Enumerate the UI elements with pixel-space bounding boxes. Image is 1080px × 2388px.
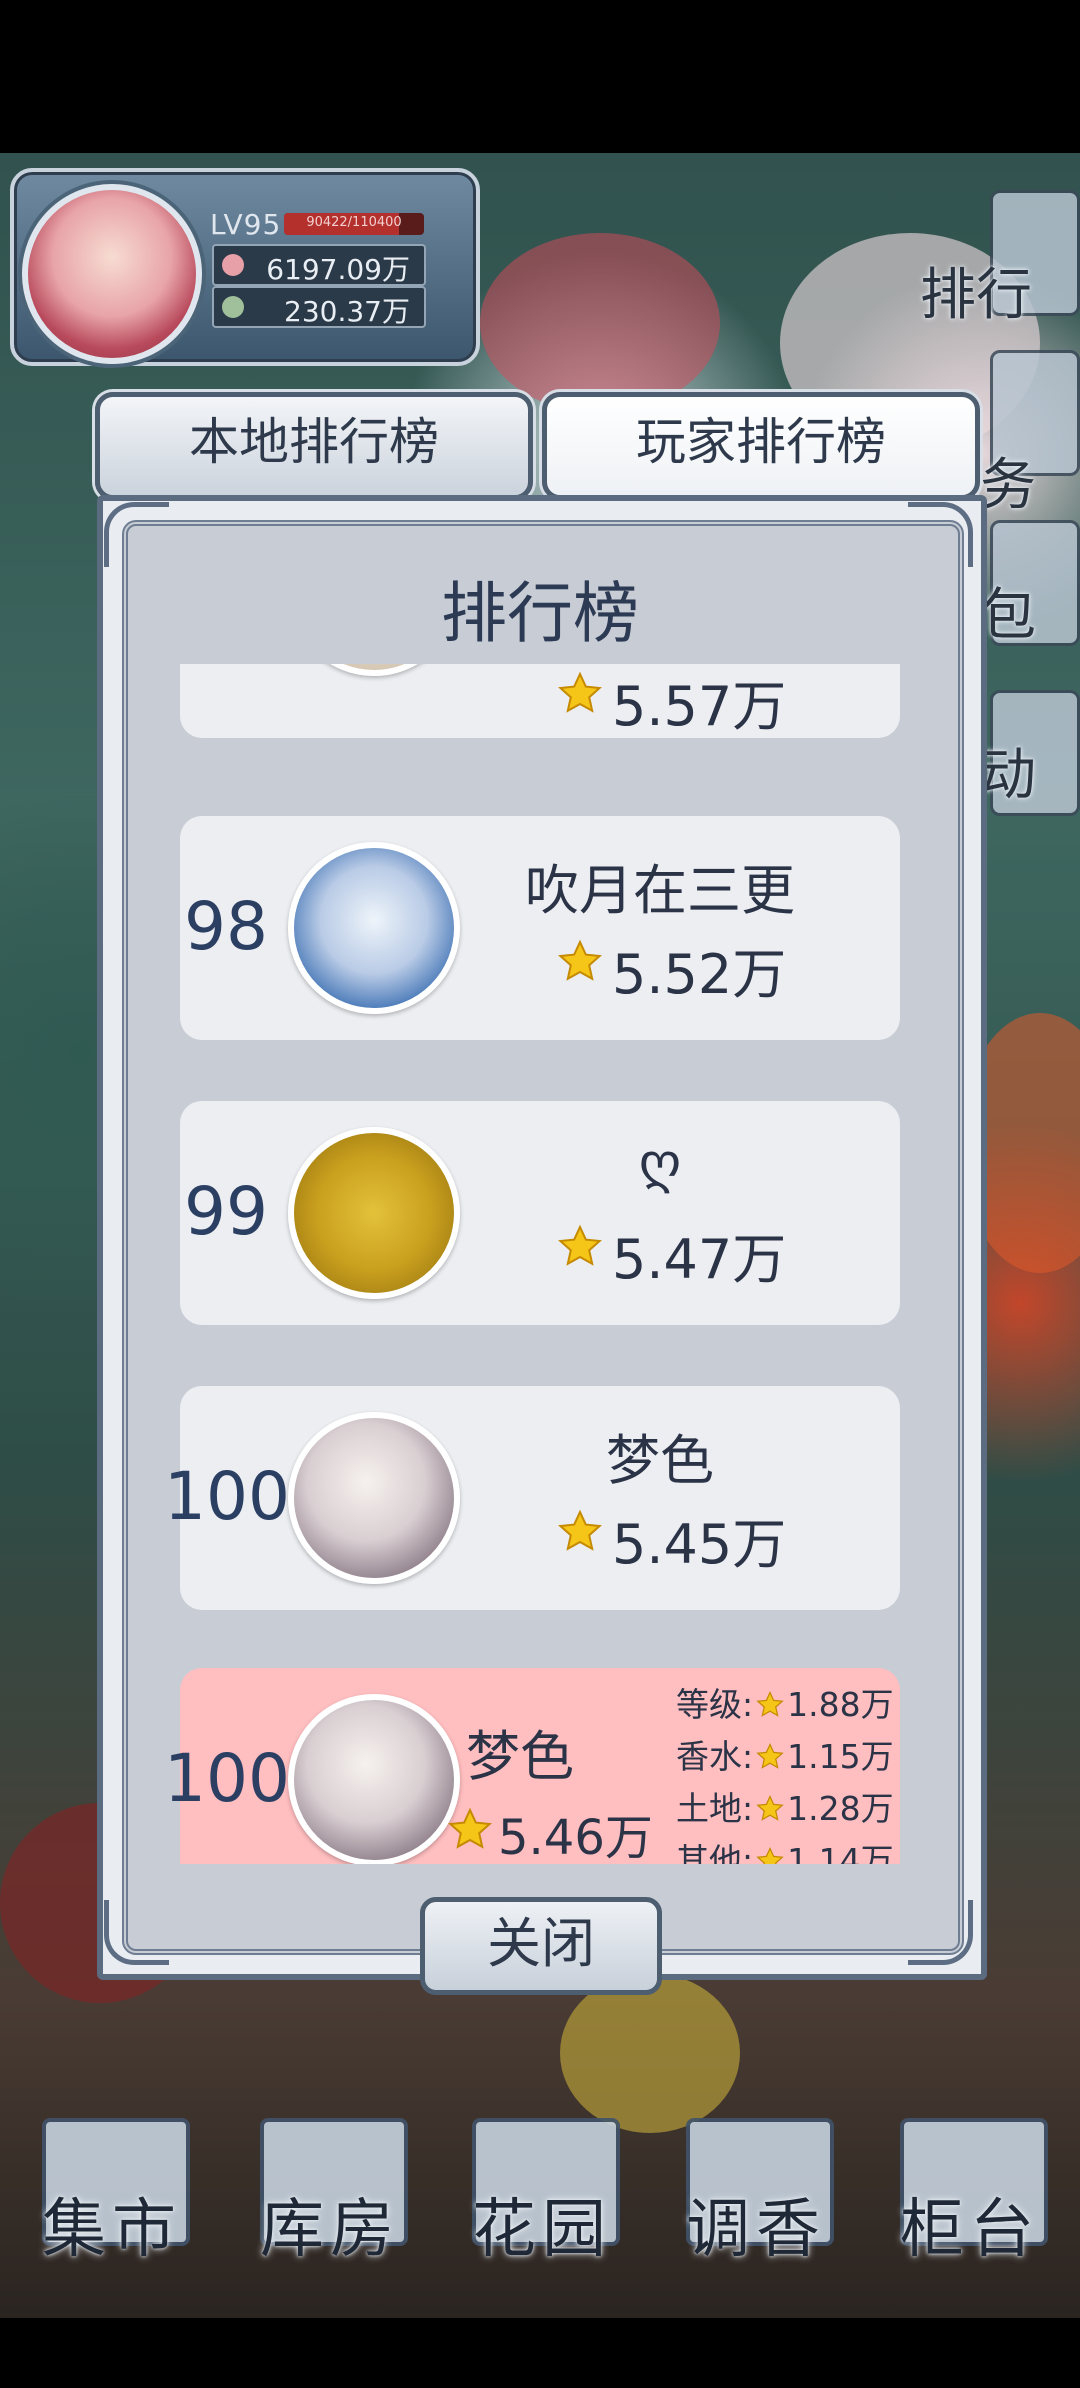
star-icon [756,1691,784,1717]
bottom-nav: 集市 库房 花园 调香 柜台 [0,2118,1080,2318]
currency-1-value: 6197.09万 [266,253,410,286]
close-button[interactable]: 关闭 [420,1897,662,1995]
score-value: 5.52万 [612,943,787,1006]
player-avatar [288,664,460,676]
player-name: 梦色 [606,1429,714,1492]
breakdown-land: 土地: 1.28万 [676,1782,894,1830]
breakdown-level: 等级: 1.88万 [676,1678,894,1726]
breakdown-value: 1.28万 [787,1789,894,1828]
nav-counter-label: 柜台 [900,2193,1040,2267]
star-icon [448,1807,492,1849]
my-score: 5.46万 [498,1810,653,1864]
star-icon [558,939,602,981]
ranking-row[interactable]: 100 梦色 5.45万 [164,1386,900,1610]
score-value: 5.45万 [612,1513,787,1576]
star-icon [558,1224,602,1266]
nav-warehouse[interactable]: 库房 [250,2118,410,2268]
ranking-row[interactable]: 99 ღ 5.47万 [180,1101,900,1325]
star-icon [756,1847,784,1864]
frame-corner [104,1900,169,1965]
breakdown-label: 土地: [676,1789,754,1828]
frame-corner [908,1900,973,1965]
score-value: 5.57万 [612,675,787,738]
rank-number: 100 [164,1458,290,1535]
currency-2-value: 230.37万 [284,295,410,328]
nav-perfume[interactable]: 调香 [676,2118,836,2268]
bottom-bar [0,2318,1080,2388]
player-name: 吹月在三更 [525,859,795,922]
player-avatar [288,1412,460,1584]
panel-title: 排行榜 [441,575,639,652]
player-name: ღ [638,1131,682,1194]
nav-warehouse-label: 库房 [260,2193,400,2267]
nav-garden[interactable]: 花园 [462,2118,622,2268]
star-icon [558,1509,602,1551]
player-avatar [288,1127,460,1299]
my-rank-number: 100 [164,1740,290,1817]
player-avatar [288,842,460,1014]
exp-text: 90422/110400 [306,215,402,230]
ranking-list[interactable]: 5.57万 98 吹月在三更 5.52万 99 ღ 5.47万 100 梦色 5… [160,664,920,1864]
star-icon [756,1743,784,1769]
my-ranking-row[interactable]: 100 梦色 5.46万 等级: 1.88万 香水: 1.15万 土地: 1.28万 … [164,1668,900,1864]
star-icon [756,1795,784,1821]
rank-number: 99 [184,1173,268,1250]
nav-market-label: 集市 [42,2193,182,2267]
currency-row-1: 6197.09万 [212,244,426,286]
petal-icon [222,254,244,276]
frame-corner [908,502,973,567]
breakdown-label: 等级: [676,1685,754,1724]
rank-number: 98 [184,888,268,965]
frame-corner [104,502,169,567]
tab-player-ranking[interactable]: 玩家排行榜 [542,392,980,500]
ranking-row[interactable]: 98 吹月在三更 5.52万 [180,816,900,1040]
player-avatar[interactable] [22,184,202,364]
breakdown-other: 其他: 1.14万 [676,1834,894,1864]
flower-decoration [480,233,720,413]
breakdown-value: 1.14万 [787,1841,894,1864]
nav-garden-label: 花园 [472,2193,612,2267]
breakdown-value: 1.88万 [787,1685,894,1724]
exp-bar: 90422/110400 [284,213,424,235]
ranking-row[interactable]: 5.57万 [180,664,900,738]
breakdown-label: 其他: [676,1841,754,1864]
tab-local-ranking[interactable]: 本地排行榜 [95,392,533,500]
breakdown-label: 香水: [676,1737,754,1776]
player-level: LV95 [210,208,282,241]
breakdown-perfume: 香水: 1.15万 [676,1730,894,1778]
score-value: 5.47万 [612,1228,787,1291]
star-icon [558,671,602,713]
potion-flask [560,1973,740,2133]
my-name: 梦色 [466,1725,574,1788]
side-menu-event[interactable]: 动 [980,730,1080,880]
nav-market[interactable]: 集市 [32,2118,192,2268]
breakdown-value: 1.15万 [787,1737,894,1776]
nav-perfume-label: 调香 [686,2193,826,2267]
currency-row-2: 230.37万 [212,286,426,328]
leaf-icon [222,296,244,318]
nav-counter[interactable]: 柜台 [890,2118,1050,2268]
